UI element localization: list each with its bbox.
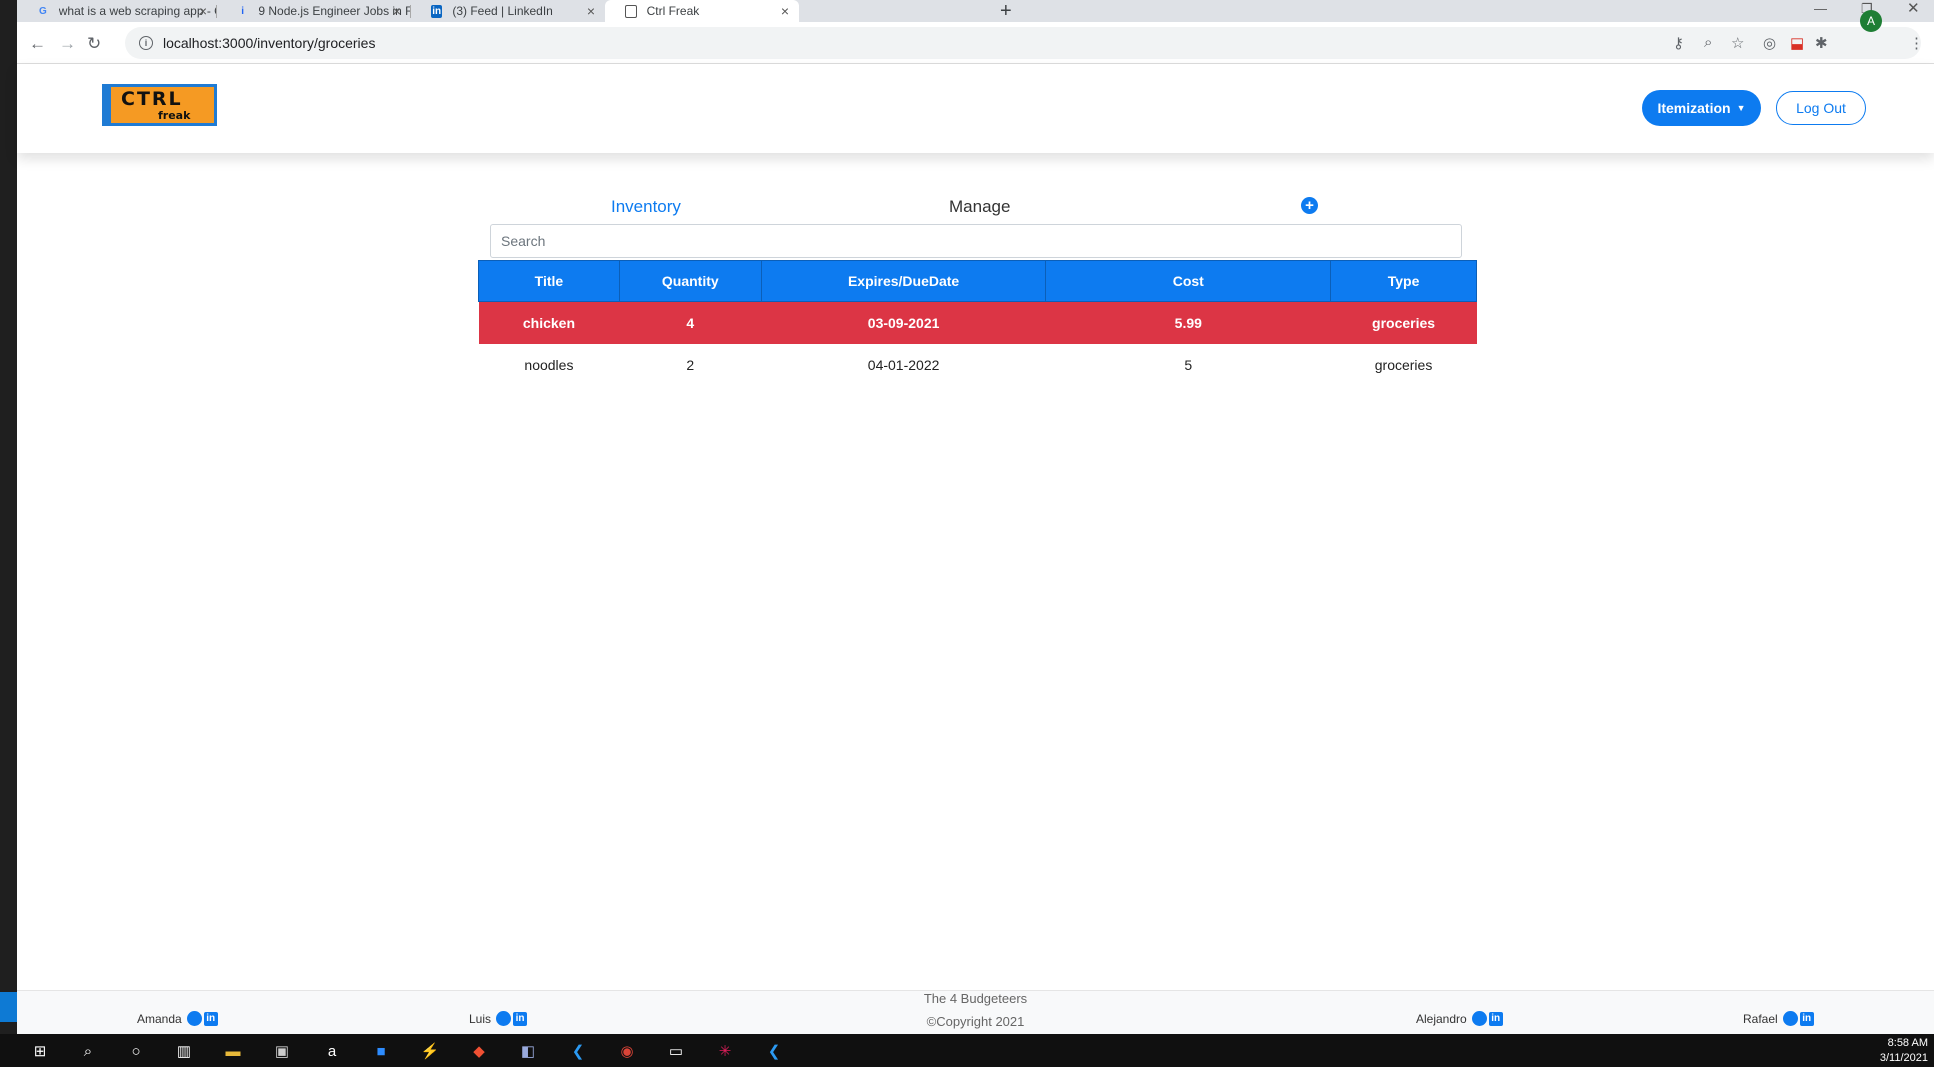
- taskbar-clock[interactable]: 8:58 AM 3/11/2021: [1880, 1036, 1928, 1066]
- url-omnibox[interactable]: i localhost:3000/inventory/groceries: [125, 27, 1921, 59]
- editor-icon[interactable]: ◧: [517, 1040, 539, 1062]
- extension-icon[interactable]: ◎: [1763, 34, 1776, 52]
- windows-start-icon[interactable]: ⊞: [29, 1040, 51, 1062]
- notification-extension-icon[interactable]: ⬓: [1790, 34, 1804, 52]
- taskbar-edge-mark: [0, 992, 17, 1022]
- itemization-label: Itemization: [1657, 100, 1731, 116]
- address-bar: ← → ↻ i localhost:3000/inventory/groceri…: [17, 22, 1934, 64]
- left-window-strip: [0, 0, 17, 1034]
- close-window-icon[interactable]: ✕: [1907, 0, 1920, 18]
- tab-linkedin[interactable]: in (3) Feed | LinkedIn ×: [411, 0, 605, 22]
- search-icon[interactable]: ⌕: [77, 1040, 99, 1062]
- itemization-dropdown-button[interactable]: Itemization ▼: [1642, 90, 1761, 126]
- cell-expires: 04-01-2022: [867, 356, 940, 373]
- zoom-icon[interactable]: ⌕: [1704, 34, 1712, 51]
- table-row[interactable]: chicken 4 03-09-2021 5.99 groceries: [478, 301, 1477, 344]
- table-row[interactable]: noodles 2 04-01-2022 5 groceries: [479, 344, 1477, 386]
- terminal-icon[interactable]: ▭: [665, 1040, 687, 1062]
- store-icon[interactable]: ▣: [271, 1040, 293, 1062]
- cell-title: noodles: [524, 356, 574, 373]
- minimize-icon[interactable]: —: [1814, 0, 1827, 18]
- linkedin-icon: in: [431, 4, 443, 18]
- profile-avatar[interactable]: A: [1860, 10, 1882, 32]
- header-expires: Expires/DueDate: [760, 260, 1047, 302]
- header-title: Title: [478, 260, 620, 302]
- tab-title: (3) Feed | LinkedIn: [452, 4, 553, 18]
- caret-down-icon: ▼: [1736, 103, 1746, 113]
- header-type: Type: [1330, 260, 1477, 302]
- browser-window: G what is a web scraping app - Goo × i 9…: [17, 0, 1934, 1034]
- task-view-icon[interactable]: ▥: [173, 1040, 195, 1062]
- page-icon: [625, 4, 637, 18]
- cell-expires: 03-09-2021: [761, 301, 1046, 344]
- bookmark-star-icon[interactable]: ☆: [1731, 34, 1744, 52]
- git-icon[interactable]: ◆: [468, 1040, 490, 1062]
- header-quantity: Quantity: [618, 260, 762, 302]
- logo-text-freak: freak: [158, 109, 191, 122]
- logout-button[interactable]: Log Out: [1776, 91, 1866, 125]
- close-tab-icon[interactable]: ×: [199, 3, 207, 19]
- cell-quantity: 4: [619, 301, 762, 344]
- tab-indeed[interactable]: i 9 Node.js Engineer Jobs in Remot ×: [217, 0, 411, 22]
- inventory-table: Title Quantity Expires/DueDate Cost Type…: [478, 260, 1477, 386]
- cell-quantity: 2: [686, 356, 695, 373]
- cell-type: groceries: [1374, 356, 1433, 373]
- cell-cost: 5.99: [1045, 301, 1331, 344]
- tab-bar: G what is a web scraping app - Goo × i 9…: [17, 0, 1934, 22]
- new-tab-plus-icon[interactable]: +: [1000, 0, 1012, 22]
- vscode-icon-2[interactable]: ❮: [763, 1040, 785, 1062]
- tab-title: Ctrl Freak: [646, 4, 700, 18]
- back-arrow-icon[interactable]: ←: [29, 34, 46, 54]
- clock-time: 8:58 AM: [1887, 1037, 1928, 1049]
- close-tab-icon[interactable]: ×: [781, 3, 789, 19]
- google-icon: G: [38, 5, 47, 17]
- close-tab-icon[interactable]: ×: [587, 3, 595, 19]
- team-name: The 4 Budgeteers: [923, 991, 1028, 1006]
- search-input[interactable]: [490, 224, 1462, 258]
- windows-taskbar: ⊞ ⌕ ○ ▥ ▬ ▣ a ■ ⚡ ◆ ◧ ❮ ◉ ▭ ✳ ❮ 8:58 AM …: [0, 1034, 1934, 1067]
- nav-inventory[interactable]: Inventory: [611, 197, 681, 217]
- app-icon[interactable]: ⚡: [419, 1040, 441, 1062]
- cortana-icon[interactable]: ○: [125, 1040, 147, 1062]
- zoom-app-icon[interactable]: ■: [370, 1040, 392, 1062]
- cell-type: groceries: [1330, 301, 1477, 344]
- nav-manage[interactable]: Manage: [949, 197, 1010, 217]
- site-info-icon[interactable]: i: [139, 36, 153, 50]
- header-cost: Cost: [1045, 260, 1332, 302]
- add-item-plus-icon[interactable]: +: [1301, 197, 1318, 214]
- app-navbar: CTRL freak Itemization ▼ Log Out: [17, 64, 1934, 153]
- footer: Amanda in Luis in Alejandro in Rafael in…: [17, 990, 1934, 1034]
- key-icon[interactable]: ⚷: [1673, 34, 1684, 52]
- vscode-icon[interactable]: ❮: [567, 1040, 589, 1062]
- chrome-icon[interactable]: ◉: [616, 1040, 638, 1062]
- file-explorer-icon[interactable]: ▬: [222, 1040, 244, 1062]
- table-header-row: Title Quantity Expires/DueDate Cost Type: [478, 260, 1477, 302]
- close-tab-icon[interactable]: ×: [393, 3, 401, 19]
- tab-google[interactable]: G what is a web scraping app - Goo ×: [17, 0, 217, 22]
- app-page: CTRL freak Itemization ▼ Log Out Invento…: [17, 64, 1934, 1034]
- tab-ctrl-freak[interactable]: Ctrl Freak ×: [605, 0, 799, 22]
- reload-icon[interactable]: ↻: [87, 34, 101, 54]
- ctrl-freak-logo[interactable]: CTRL freak: [102, 84, 217, 126]
- logo-text-ctrl: CTRL: [121, 88, 183, 110]
- logo-bar: [105, 87, 111, 123]
- menu-dots-icon[interactable]: ⋮: [1909, 34, 1924, 52]
- cell-title: chicken: [478, 301, 620, 344]
- clock-date: 3/11/2021: [1879, 1052, 1928, 1064]
- cell-cost: 5: [1184, 356, 1193, 373]
- slack-icon[interactable]: ✳: [714, 1040, 736, 1062]
- tab-title: what is a web scraping app - Goo: [58, 4, 217, 18]
- copyright: ©Copyright 2021: [926, 1014, 1025, 1029]
- url-text: localhost:3000/inventory/groceries: [163, 35, 376, 51]
- forward-arrow-icon[interactable]: →: [59, 34, 76, 54]
- tab-title: 9 Node.js Engineer Jobs in Remot: [258, 4, 411, 18]
- amazon-icon[interactable]: a: [321, 1040, 343, 1062]
- puzzle-extensions-icon[interactable]: ✱: [1815, 34, 1828, 52]
- indeed-icon: i: [241, 5, 245, 17]
